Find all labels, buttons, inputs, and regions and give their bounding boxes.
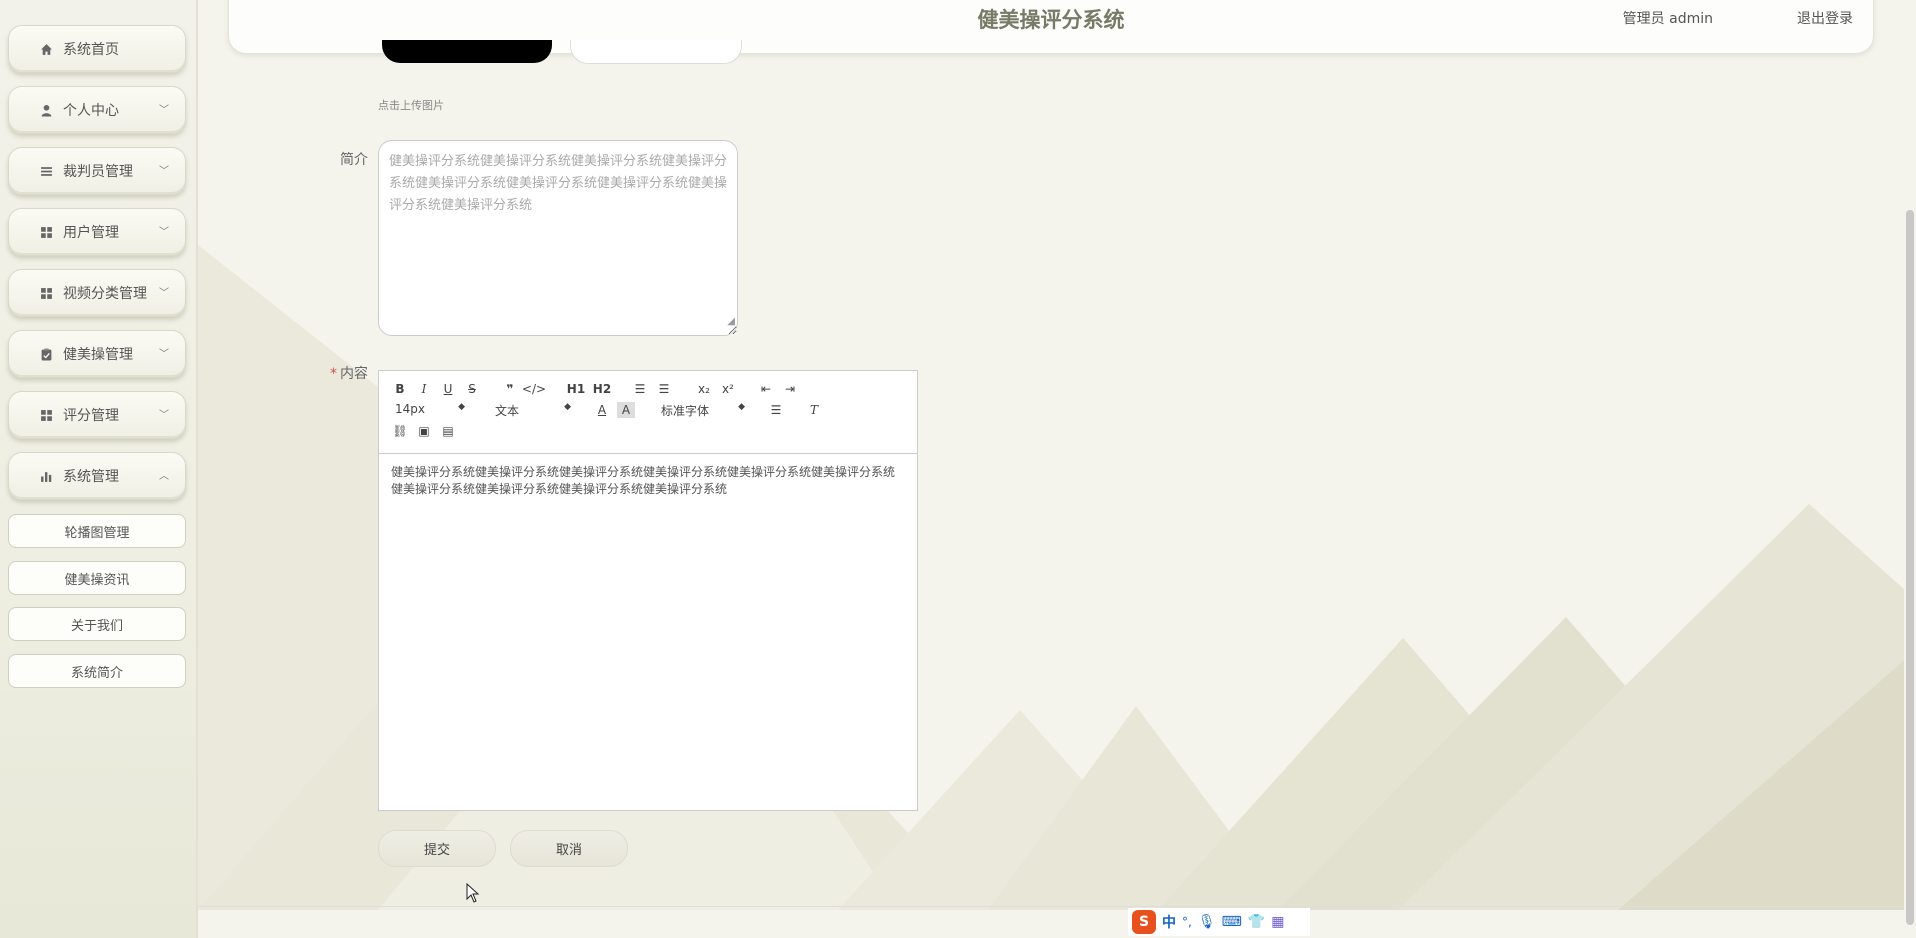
user-icon bbox=[39, 103, 53, 117]
italic-button[interactable]: I bbox=[415, 381, 433, 397]
sidebar-item-video-category[interactable]: 视频分类管理 ﹀ bbox=[8, 269, 186, 317]
text-style-select[interactable]: 文本 ◆ bbox=[495, 402, 571, 419]
sidebar-item-referee-management[interactable]: 裁判员管理 ﹀ bbox=[8, 147, 186, 195]
ime-toolbar[interactable]: S 中 °, 🎙 ⌨ 👕 ▦ bbox=[1128, 908, 1310, 936]
home-icon bbox=[39, 42, 53, 56]
submit-button[interactable]: 提交 bbox=[378, 830, 496, 867]
strike-button[interactable]: S bbox=[463, 381, 481, 397]
font-color-icon[interactable]: A bbox=[593, 402, 611, 418]
font-size-select[interactable]: 14px ◆ bbox=[395, 402, 465, 416]
ime-punctuation[interactable]: °, bbox=[1182, 915, 1192, 929]
link-icon[interactable]: ⛓ bbox=[391, 423, 409, 439]
keyboard-icon[interactable]: ⌨ bbox=[1222, 914, 1242, 930]
upload-hint[interactable]: 点击上传图片 bbox=[378, 97, 444, 113]
sidebar-item-label: 评分管理 bbox=[63, 408, 119, 424]
chevron-down-icon: ﹀ bbox=[159, 105, 169, 116]
font-family-select[interactable]: 标准字体 ◆ bbox=[661, 402, 745, 419]
ordered-list-icon[interactable]: ☰ bbox=[631, 381, 649, 397]
sidebar-item-label: 裁判员管理 bbox=[63, 164, 133, 180]
ime-mode[interactable]: 中 bbox=[1162, 912, 1176, 932]
toolbox-icon[interactable]: ▦ bbox=[1271, 914, 1284, 930]
footer-divider bbox=[198, 906, 1904, 907]
subscript-button[interactable]: x₂ bbox=[695, 381, 713, 397]
microphone-icon[interactable]: 🎙 bbox=[1198, 914, 1216, 930]
indent-increase-icon[interactable]: ⇥ bbox=[781, 381, 799, 397]
sidebar-subitem-label: 系统简介 bbox=[70, 665, 123, 681]
grid-icon bbox=[39, 225, 53, 239]
sidebar: 系统首页 个人中心 ﹀ 裁判员管理 ﹀ 用户管理 ﹀ 视频分类管理 ﹀ 健美操管… bbox=[0, 0, 198, 938]
sidebar-subitem-carousel[interactable]: 轮播图管理 bbox=[8, 514, 186, 548]
sidebar-item-label: 个人中心 bbox=[63, 103, 119, 119]
editor-toolbar: B I U S ❞ </> H1 H2 ☰ ☰ x₂ x² ⇤ ⇥ 14px ◆ … bbox=[379, 371, 917, 454]
chevron-up-icon: ︿ bbox=[159, 471, 169, 482]
sidebar-subitem-news[interactable]: 健美操资讯 bbox=[8, 561, 186, 595]
sidebar-item-label: 视频分类管理 bbox=[63, 286, 147, 302]
select-arrow-icon: ◆ bbox=[738, 402, 745, 412]
chevron-down-icon: ﹀ bbox=[159, 288, 169, 299]
sidebar-subitem-label: 关于我们 bbox=[70, 618, 123, 634]
sidebar-item-label: 用户管理 bbox=[63, 225, 119, 241]
sidebar-item-score-management[interactable]: 评分管理 ﹀ bbox=[8, 391, 186, 439]
logout-link[interactable]: 退出登录 bbox=[1797, 8, 1853, 28]
sidebar-subitem-system-intro[interactable]: 系统简介 bbox=[8, 654, 186, 688]
sogou-logo-icon: S bbox=[1132, 910, 1156, 934]
bullet-list-icon[interactable]: ☰ bbox=[655, 381, 673, 397]
chevron-down-icon: ﹀ bbox=[159, 166, 169, 177]
current-user: 管理员 admin bbox=[1622, 11, 1713, 27]
scrollbar-thumb[interactable] bbox=[1906, 210, 1914, 925]
bar-chart-icon bbox=[39, 469, 53, 483]
sidebar-item-label: 系统管理 bbox=[63, 469, 119, 485]
sidebar-item-system-management[interactable]: 系统管理 ︿ bbox=[8, 452, 186, 500]
chevron-down-icon: ﹀ bbox=[159, 349, 169, 360]
resize-handle-icon[interactable]: ◢ bbox=[727, 311, 735, 333]
uploaded-image-thumbnail[interactable] bbox=[382, 40, 552, 63]
sidebar-item-home[interactable]: 系统首页 bbox=[8, 25, 186, 73]
clear-format-icon[interactable]: T bbox=[805, 402, 823, 418]
sidebar-subitem-label: 轮播图管理 bbox=[64, 525, 130, 541]
select-arrow-icon: ◆ bbox=[564, 402, 571, 412]
image-icon[interactable]: ▣ bbox=[415, 423, 433, 439]
list-icon bbox=[39, 164, 53, 178]
sidebar-item-user-management[interactable]: 用户管理 ﹀ bbox=[8, 208, 186, 256]
clipboard-icon bbox=[39, 347, 53, 361]
grid-icon bbox=[39, 408, 53, 422]
sidebar-item-aerobics-management[interactable]: 健美操管理 ﹀ bbox=[8, 330, 186, 378]
intro-text: 健美操评分系统健美操评分系统健美操评分系统健美操评分系统健美操评分系统健美操评分… bbox=[389, 154, 728, 213]
sidebar-subitem-label: 健美操资讯 bbox=[64, 572, 130, 588]
h2-button[interactable]: H2 bbox=[593, 381, 611, 397]
sidebar-subitem-about[interactable]: 关于我们 bbox=[8, 607, 186, 641]
cancel-button[interactable]: 取消 bbox=[510, 830, 628, 867]
superscript-button[interactable]: x² bbox=[719, 381, 737, 397]
scrollbar[interactable] bbox=[1904, 0, 1916, 938]
editor-content[interactable]: 健美操评分系统健美操评分系统健美操评分系统健美操评分系统健美操评分系统健美操评分… bbox=[379, 454, 917, 508]
h1-button[interactable]: H1 bbox=[567, 381, 585, 397]
bold-button[interactable]: B bbox=[391, 381, 409, 397]
video-icon[interactable]: ▤ bbox=[439, 423, 457, 439]
rich-text-editor[interactable]: B I U S ❞ </> H1 H2 ☰ ☰ x₂ x² ⇤ ⇥ 14px ◆ … bbox=[378, 370, 918, 811]
underline-button[interactable]: U bbox=[439, 381, 457, 397]
sidebar-item-personal-center[interactable]: 个人中心 ﹀ bbox=[8, 86, 186, 134]
code-block-icon[interactable]: </> bbox=[522, 381, 546, 397]
skin-icon[interactable]: 👕 bbox=[1248, 914, 1265, 930]
intro-textarea[interactable]: 健美操评分系统健美操评分系统健美操评分系统健美操评分系统健美操评分系统健美操评分… bbox=[378, 140, 738, 336]
chevron-down-icon: ﹀ bbox=[159, 410, 169, 421]
sidebar-item-label: 健美操管理 bbox=[63, 347, 133, 363]
indent-decrease-icon[interactable]: ⇤ bbox=[757, 381, 775, 397]
background-color-icon[interactable]: A bbox=[617, 402, 635, 418]
blockquote-icon[interactable]: ❞ bbox=[501, 381, 519, 397]
grid-icon bbox=[39, 286, 53, 300]
content-label: * 内容 bbox=[330, 366, 368, 382]
align-icon[interactable]: ☰ bbox=[767, 402, 785, 418]
select-arrow-icon: ◆ bbox=[458, 402, 465, 412]
sidebar-item-label: 系统首页 bbox=[63, 42, 119, 58]
mouse-pointer-icon bbox=[466, 883, 480, 903]
chevron-down-icon: ﹀ bbox=[159, 227, 169, 238]
upload-image-slot[interactable] bbox=[570, 40, 742, 64]
intro-label: 简介 bbox=[340, 152, 368, 168]
